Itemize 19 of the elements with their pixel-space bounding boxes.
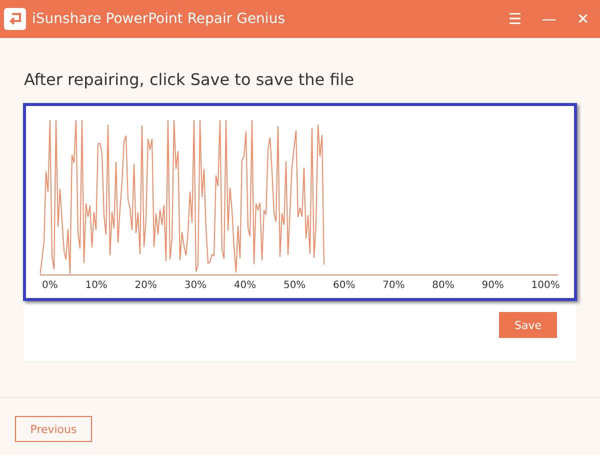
save-button[interactable]: Save [499,312,557,338]
axis-label: 30% [184,280,207,291]
window-title: iSunshare PowerPoint Repair Genius [32,11,286,27]
axis-label: 80% [432,280,454,291]
axis-label: 90% [482,280,504,291]
app-logo-icon [4,8,26,30]
previous-button[interactable]: Previous [15,416,92,442]
axis-label: 60% [333,280,356,291]
axis-label: 50% [283,280,306,291]
close-button[interactable]: ✕ [574,10,592,28]
axis-label: 20% [134,280,157,291]
axis-label: 70% [382,280,405,291]
axis-label: 100% [531,280,560,291]
menu-button[interactable]: ☰ [506,10,524,28]
axis-label: 10% [85,280,108,291]
minimize-button[interactable]: — [540,10,558,28]
instruction-heading: After repairing, click Save to save the file [24,70,356,89]
axis-label: 40% [234,280,256,291]
axis-label: 0% [42,280,58,291]
